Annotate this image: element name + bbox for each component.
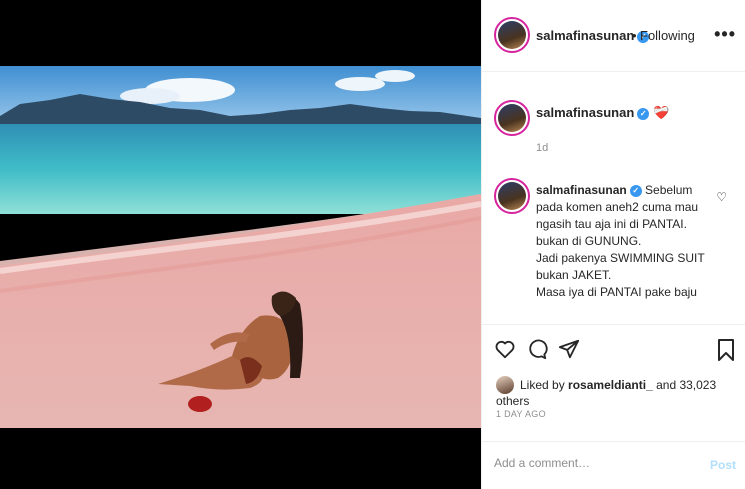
beach-photo[interactable]	[0, 66, 481, 428]
action-bar	[482, 324, 745, 374]
avatar[interactable]	[496, 376, 514, 394]
comment-username[interactable]: salmafinasunan ✓	[536, 183, 642, 197]
bookmark-icon[interactable]	[716, 338, 736, 362]
comment-text: Sebelum pada komen aneh2 cuma mau ngasih…	[536, 183, 705, 299]
verified-badge-icon: ✓	[629, 185, 642, 197]
comment-age: 1d	[536, 142, 549, 154]
paper-plane-icon[interactable]	[558, 338, 580, 360]
post-timestamp[interactable]: 1 DAY AGO	[496, 409, 546, 419]
comment-username[interactable]: salmafinasunan ✓ ❤️‍🩹	[536, 105, 669, 121]
comment-input[interactable]	[494, 456, 694, 470]
avatar[interactable]	[494, 17, 530, 53]
post-button[interactable]: Post	[710, 458, 736, 472]
separator-dot: •	[632, 28, 637, 43]
liker-username[interactable]: rosameldianti_	[568, 378, 653, 392]
avatar[interactable]	[494, 100, 530, 136]
verified-badge-icon: ✓	[637, 108, 650, 120]
post-header: salmafinasunan ✓ • Following •••	[482, 0, 745, 72]
heart-icon[interactable]	[494, 338, 516, 360]
likes-summary: Liked by rosameldianti_ and 33,023 other…	[496, 376, 717, 408]
mending-heart-emoji: ❤️‍🩹	[653, 105, 670, 120]
post-media[interactable]	[0, 0, 481, 489]
comment-text-block: salmafinasunan ✓ Sebelum pada komen aneh2…	[536, 182, 711, 322]
more-dots-icon[interactable]: •••	[714, 24, 736, 45]
post-side-panel: salmafinasunan ✓ • Following ••• salmafin…	[481, 0, 745, 489]
comment-like-heart-icon[interactable]: ♡	[716, 190, 727, 204]
following-button[interactable]: Following	[640, 28, 695, 43]
avatar[interactable]	[494, 178, 530, 214]
add-comment-bar: Post	[482, 441, 745, 489]
comment-bubble-icon[interactable]	[526, 338, 548, 360]
